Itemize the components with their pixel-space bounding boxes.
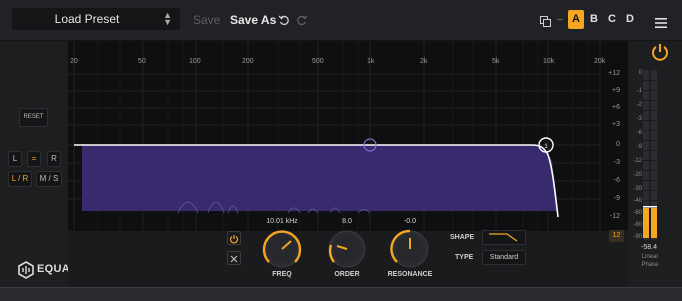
meter-scale-label: -9	[636, 144, 642, 150]
meter-scale-label: -1	[636, 88, 642, 94]
order-label-text: ORDER	[334, 271, 360, 278]
freq-label: 2k	[420, 58, 428, 65]
channel-link-button[interactable]: =	[27, 151, 41, 167]
db-label: -6	[613, 177, 620, 184]
redo-icon[interactable]	[296, 13, 308, 31]
meter-scale-label: -2	[636, 102, 642, 108]
global-power-button[interactable]	[650, 41, 670, 68]
preset-dropdown[interactable]: Load Preset ▲ ▼	[12, 8, 180, 30]
freq-label: 1k	[367, 58, 375, 65]
phase-mode-label[interactable]: Phase	[640, 262, 660, 268]
phase-mode-label[interactable]: Linear	[640, 254, 660, 260]
slot-c-button[interactable]: C	[604, 10, 620, 29]
range-button[interactable]: 12	[609, 230, 624, 242]
meter-scale-label: -12	[633, 158, 642, 164]
freq-value: 10.01 kHz	[266, 218, 298, 225]
meter-scale-label: 0	[638, 70, 642, 76]
undo-icon[interactable]	[278, 13, 290, 31]
type-label: TYPE	[455, 254, 474, 261]
db-label: -9	[613, 195, 620, 202]
freq-label-text: FREQ	[272, 271, 292, 278]
order-value: 8.0	[342, 218, 352, 225]
type-selector[interactable]: Standard	[482, 250, 526, 265]
shape-selector[interactable]	[482, 230, 526, 245]
db-label: 0	[616, 141, 620, 148]
meter-scale-label: -90	[633, 234, 642, 240]
stereo-mode-lr-button[interactable]: L / R	[8, 171, 32, 187]
db-label: +12	[608, 70, 620, 77]
slot-separator	[557, 19, 563, 20]
save-as-button[interactable]: Save As	[230, 0, 276, 40]
resonance-knob[interactable]	[388, 227, 432, 276]
freq-label: 50	[138, 58, 146, 65]
db-label: +6	[612, 104, 620, 111]
band-delete-button[interactable]	[227, 251, 241, 265]
resonance-value: -0.0	[403, 218, 417, 225]
db-label: -3	[613, 159, 620, 166]
copy-icon[interactable]	[540, 14, 551, 32]
meter-scale-label: -20	[633, 172, 642, 178]
slot-d-button[interactable]: D	[622, 10, 638, 29]
db-label: +3	[612, 121, 620, 128]
meter-value: -58.4	[641, 244, 657, 251]
equal-logo-icon	[18, 261, 34, 284]
freq-label: 20k	[594, 58, 606, 65]
eq-graph-svg: 1	[68, 41, 601, 231]
meter-scale-label: -3	[636, 116, 642, 122]
power-icon	[229, 235, 239, 244]
stereo-mode-ms-button[interactable]: M / S	[36, 171, 62, 187]
preset-label: Load Preset	[54, 12, 120, 26]
meter-scale-label: -60	[633, 210, 642, 216]
output-meter	[643, 70, 657, 240]
reset-button[interactable]: RESET	[19, 108, 48, 127]
filter-fill	[82, 145, 558, 211]
meter-scale-label: -40	[633, 198, 642, 204]
meter-scale-label: -80	[633, 222, 642, 228]
freq-label: 100	[189, 58, 201, 65]
eq-graph[interactable]: 1	[68, 41, 628, 231]
footer-bar	[0, 287, 682, 301]
meter-scale-label: -30	[633, 186, 642, 192]
freq-label: 5k	[492, 58, 500, 65]
channel-right-button[interactable]: R	[47, 151, 61, 167]
resonance-label-text: RESONANCE	[387, 271, 433, 278]
shape-label: SHAPE	[450, 234, 475, 241]
order-knob[interactable]	[325, 227, 369, 276]
meter-scale-label: -6	[636, 130, 642, 136]
band-power-button[interactable]	[227, 231, 241, 245]
channel-left-button[interactable]: L	[8, 151, 22, 167]
save-button[interactable]: Save	[193, 0, 220, 40]
close-icon	[230, 255, 238, 263]
freq-label: 20	[70, 58, 78, 65]
freq-label: 200	[242, 58, 254, 65]
freq-label: 10k	[543, 58, 555, 65]
chevron-updown-icon: ▲ ▼	[163, 10, 172, 27]
db-label: +9	[612, 87, 620, 94]
power-icon	[652, 44, 668, 61]
slot-b-button[interactable]: B	[586, 10, 602, 29]
slot-a-button[interactable]: A	[568, 10, 584, 29]
freq-label: 500	[312, 58, 324, 65]
menu-icon[interactable]	[655, 15, 667, 33]
freq-knob[interactable]	[260, 227, 304, 276]
lowpass-shape-icon	[489, 233, 518, 242]
db-label: -12	[609, 213, 620, 220]
